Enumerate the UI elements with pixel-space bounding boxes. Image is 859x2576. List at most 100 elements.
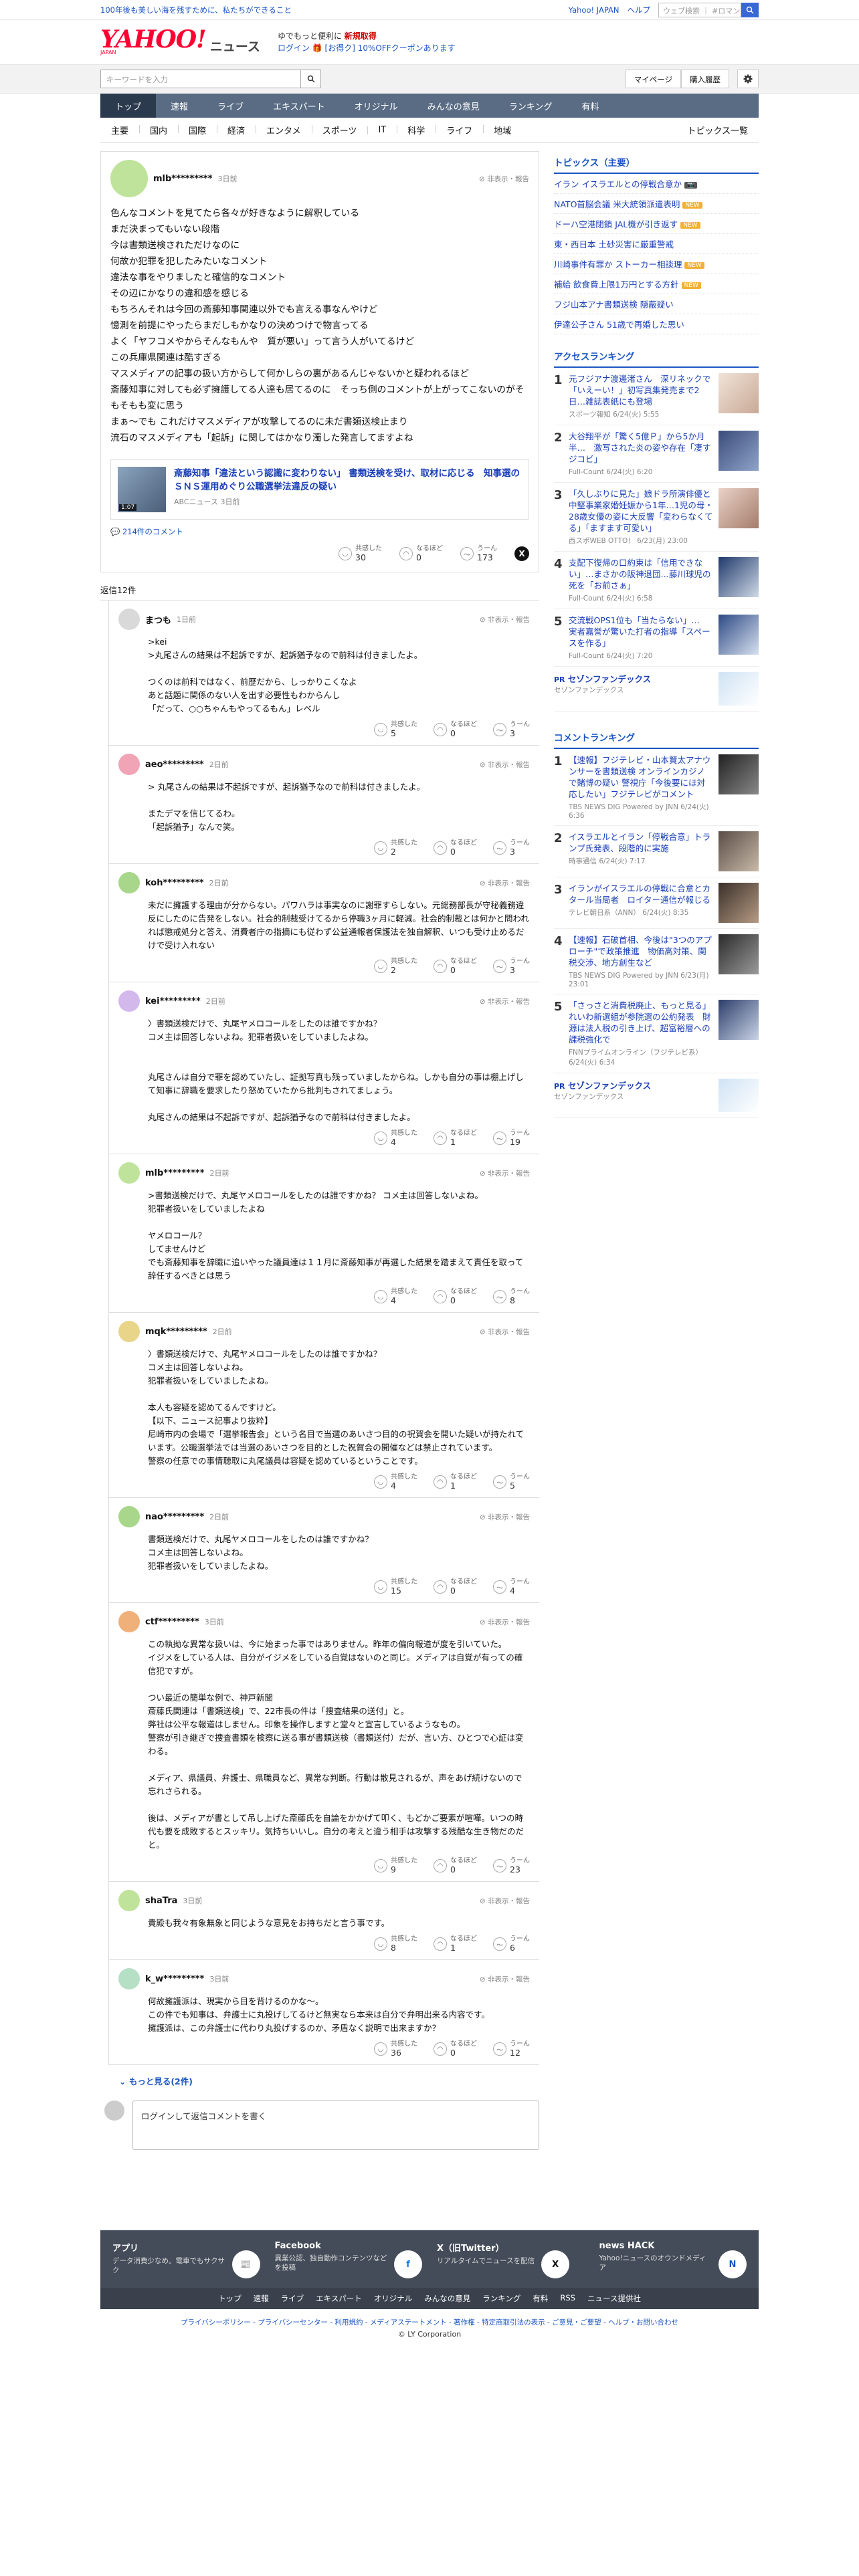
footer-nav-item[interactable]: エキスパート [316,2293,362,2304]
avatar[interactable] [118,754,140,775]
category-item[interactable]: 国際 [178,124,217,136]
naruhodo-button[interactable]: ◠ なるほど 1 [434,1935,477,1953]
footer-nav-item[interactable]: ニュース提供社 [587,2293,641,2304]
reply-user[interactable]: aeo********* [145,760,204,770]
reply-user[interactable]: ctf********* [145,1617,199,1627]
naruhodo-button[interactable]: ◠ なるほど 1 [434,1473,477,1491]
web-search-input[interactable]: ウェブ検索 ｜ #ロマンティック... [658,2,741,17]
topic-item[interactable]: 川崎事件有罪か ストーカー相談理 NEW [554,254,759,274]
report-link[interactable]: ⊘ 非表示・報告 [480,1617,530,1627]
gnav-item[interactable]: トップ [100,94,157,118]
agree-button[interactable]: ◡ 共感した 9 [374,1857,417,1874]
footer-nav-item[interactable]: ランキング [482,2293,520,2304]
topic-item[interactable]: NATO首脳会議 米大統領派遣表明 NEW [554,194,759,214]
avatar[interactable] [110,160,148,197]
agree-button[interactable]: ◡ 共感した 8 [374,1935,417,1953]
ranking-title[interactable]: イランがイスラエルの停戦に合意とカタール当局者 ロイター通信が報じる [569,883,713,905]
category-item[interactable]: 経済 [217,124,256,136]
topic-item[interactable]: フジ山本アナ書類送検 隠蔽疑い [554,294,759,314]
agree-button[interactable]: ◡ 共感した 30 [339,545,382,562]
footer-links[interactable]: プライバシーポリシー - プライバシーセンター - 利用規約 - メディアステー… [0,2317,859,2327]
yahoo-news-logo[interactable]: YAHOO! JAPAN ニュース [100,27,260,57]
category-item[interactable]: 地域 [483,124,522,136]
avatar[interactable] [118,609,140,630]
gnav-item[interactable]: みんなの意見 [413,94,494,118]
article-card[interactable]: 1:07 斎藤知事「違法という認識に変わりない」 書類送検を受け、取材に応じる … [110,459,529,520]
yahoo-japan-link[interactable]: Yahoo! JAPAN [569,5,619,15]
report-link[interactable]: ⊘ 非表示・報告 [480,1974,530,1984]
comment-user[interactable]: mlb********* [153,174,213,184]
ad-card[interactable]: PR セゾンファンデックス セゾンファンデックス [554,1073,759,1118]
agree-button[interactable]: ◡ 共感した 4 [374,1288,417,1305]
naruhodo-button[interactable]: ◠ なるほど 0 [434,2040,477,2058]
report-link[interactable]: ⊘ 非表示・報告 [480,615,530,625]
ranking-item[interactable]: 1 【速報】フジテレビ・山本賢太アナウンサーを書類送検 オンラインカジノで賭博の疑… [554,749,759,826]
report-link[interactable]: ⊘ 非表示・報告 [480,760,530,770]
uun-button[interactable]: ～うーん 12 [493,2040,530,2058]
reply-user[interactable]: nao********* [145,1512,204,1522]
category-item[interactable]: 主要 [100,124,139,136]
category-item[interactable]: 国内 [139,124,178,136]
uun-button[interactable]: ～うーん 6 [493,1935,530,1953]
avatar[interactable] [118,1162,140,1184]
ranking-title[interactable]: 「さっさと消費税廃止、もっと見る」れいわ新選組が参院選の公約発表 財源は法人税の… [569,1000,713,1045]
footer-app-item[interactable]: アプリ データ消費少なめ。電車でもサクサク 📰 [112,2241,260,2278]
topic-item[interactable]: イラン イスラエルとの停戦合意か 📷 [554,174,759,194]
gnav-item[interactable]: エキスパート [258,94,340,118]
ranking-item[interactable]: 4 支配下復帰の口約束は「信用できない」…まさかの阪神退団…藤川球児の死を「お前さ… [554,552,759,609]
footer-nav-item[interactable]: RSS [560,2293,575,2304]
gnav-item[interactable]: ランキング [494,94,567,118]
report-link[interactable]: ⊘ 非表示・報告 [480,878,530,888]
ranking-item[interactable]: 1 元フジアナ渡邊渚さん 深リネックで「いえーい！」初写真集発売まで2日…雑誌表紙… [554,368,759,425]
uun-button[interactable]: ～うーん 3 [493,839,530,857]
topic-item[interactable]: 東・西日本 土砂災害に厳重警戒 [554,234,759,254]
category-item[interactable]: 科学 [397,124,436,136]
agree-button[interactable]: ◡ 共感した 15 [374,1578,417,1596]
agree-button[interactable]: ◡ 共感した 2 [374,958,417,975]
help-link[interactable]: ヘルプ [628,5,651,15]
naruhodo-button[interactable]: ◠ なるほど 0 [434,958,477,975]
ranking-title[interactable]: 【速報】石破首相、今後は"3つのアプローチ"で政策推進 物価高対策、関税交渉、地… [569,934,713,968]
ranking-title[interactable]: 元フジアナ渡邊渚さん 深リネックで「いえーい！」初写真集発売まで2日…雑誌表紙に… [569,373,713,407]
reply-user[interactable]: koh********* [145,878,204,888]
report-link[interactable]: ⊘ 非表示・報告 [480,1168,530,1178]
naruhodo-button[interactable]: ◠ なるほど 0 [434,1288,477,1305]
uun-button[interactable]: ～うーん 4 [493,1578,530,1596]
article-title[interactable]: 斎藤知事「違法という認識に変わりない」 書類送検を受け、取材に応じる 知事選のＳ… [174,467,522,494]
ranking-item[interactable]: 2 イスラエルとイラン「停戦合意」トランプ氏発表、段階的に実施 時事通信 6/24(… [554,826,759,877]
footer-nav-item[interactable]: ライブ [281,2293,304,2304]
keyword-search-input[interactable]: キーワードを入力 [100,70,301,88]
avatar[interactable] [118,872,140,893]
uun-button[interactable]: ～うーん 173 [460,545,497,562]
uun-button[interactable]: ～うーん 5 [493,1473,530,1491]
agree-button[interactable]: ◡ 共感した 5 [374,721,417,738]
agree-button[interactable]: ◡ 共感した 4 [374,1473,417,1491]
login-promo[interactable]: ゆでもっと便利に 新規取得 ログイン 🎁 [お得ク] 10%OFFクーポンありま… [278,30,456,54]
ranking-title[interactable]: 「久しぶりに見た」娘ドラ所演俳優と中堅事業家婚妊娠から1年…1児の母・28歳女優… [569,488,713,534]
purchase-history-button[interactable]: 購入履歴 [681,70,729,88]
ad-card[interactable]: PR セゾンファンデックス セゾンファンデックス [554,667,759,712]
footer-app-item[interactable]: Facebook 異業公認、独自動作コンテンツなどを投稿 f [275,2241,422,2278]
gnav-item[interactable]: 速報 [156,94,203,118]
topic-item[interactable]: 補給 飲食費上限1万円とする方針 NEW [554,274,759,294]
naruhodo-button[interactable]: ◠ なるほど 1 [434,1130,477,1147]
ranking-title[interactable]: 【速報】フジテレビ・山本賢太アナウンサーを書類送検 オンラインカジノで賭博の疑い… [569,754,713,800]
report-link[interactable]: ⊘ 非表示・報告 [480,1896,530,1906]
keyword-search-button[interactable] [301,70,321,88]
mypage-button[interactable]: マイページ [625,70,681,88]
agree-button[interactable]: ◡ 共感した 36 [374,2040,417,2058]
uun-button[interactable]: ～うーん 3 [493,721,530,738]
avatar[interactable] [118,1506,140,1527]
ranking-title[interactable]: 大谷翔平が「驚く5億Ｐ」から5か月半… 激写された炎の姿や存在「凄すジコビ」 [569,431,713,465]
footer-app-item[interactable]: X（旧Twitter） リアルタイムでニュースを配信 X [437,2241,585,2278]
topic-item[interactable]: ドーハ空港閉鎖 JAL機が引き返す NEW [554,214,759,234]
category-item[interactable]: IT [367,125,397,135]
avatar[interactable] [118,1611,140,1632]
topic-item[interactable]: 伊達公子さん 51歳で再婚した思い [554,314,759,334]
avatar[interactable] [118,1890,140,1911]
web-search-button[interactable] [741,2,759,17]
avatar[interactable] [118,990,140,1012]
reply-user[interactable]: k_w********* [145,1974,204,1984]
footer-app-item[interactable]: news HACK Yahoo!ニュースのオウンドメディア N [599,2241,747,2278]
report-link[interactable]: ⊘ 非表示・報告 [480,1512,530,1522]
